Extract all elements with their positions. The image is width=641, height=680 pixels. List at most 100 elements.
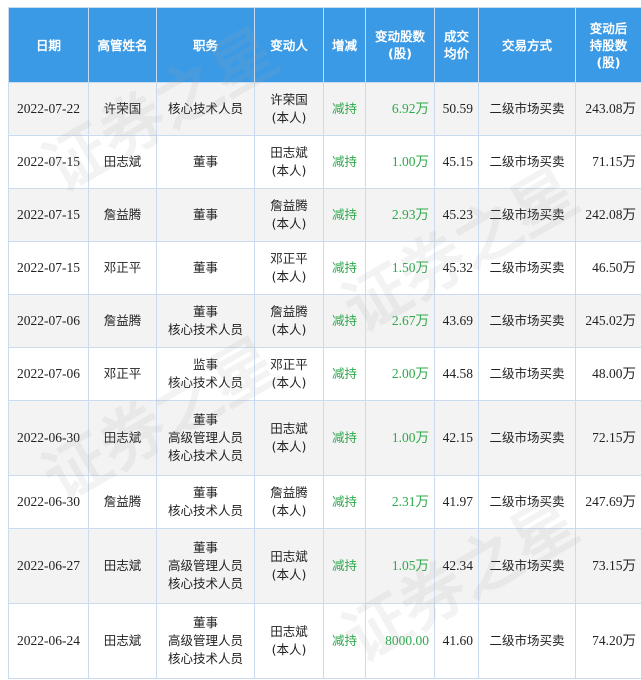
insider-trading-table: 日期 高管姓名 职务 变动人 增减 变动股数 (股) 成交 均价 交易方式 变动后持… [8,7,641,679]
cell-name: 田志斌 [88,603,157,679]
cell-date: 2022-07-06 [8,294,89,348]
cell-date: 2022-06-30 [8,400,89,476]
cell-position: 核心技术人员 [156,82,255,136]
cell-after: 73.15万 [575,528,641,604]
cell-name: 田志斌 [88,135,157,189]
cell-method: 二级市场买卖 [478,528,576,604]
cell-shares: 1.05万 [365,528,435,604]
cell-after: 48.00万 [575,347,641,401]
cell-after: 245.02万 [575,294,641,348]
cell-price: 42.15 [434,400,479,476]
header-changer: 变动人 [254,7,324,83]
cell-date: 2022-06-27 [8,528,89,604]
cell-shares: 2.31万 [365,475,435,529]
cell-price: 43.69 [434,294,479,348]
cell-position: 董事 核心技术人员 [156,475,255,529]
header-name: 高管姓名 [88,7,157,83]
cell-changer: 田志斌 (本人) [254,528,324,604]
cell-position: 董事 高级管理人员 核心技术人员 [156,528,255,604]
cell-changer: 田志斌 (本人) [254,603,324,679]
table-row: 2022-07-06 邓正平 监事 核心技术人员 邓正平 (本人) 减持 2.00万 44.58… [8,347,641,401]
cell-direction: 减持 [323,82,366,136]
cell-direction: 减持 [323,294,366,348]
cell-shares: 1.00万 [365,400,435,476]
cell-position: 董事 高级管理人员 核心技术人员 [156,603,255,679]
cell-position: 董事 [156,188,255,242]
cell-name: 詹益腾 [88,188,157,242]
cell-direction: 减持 [323,241,366,295]
table-header-row: 日期 高管姓名 职务 变动人 增减 变动股数 (股) 成交 均价 交易方式 变动后持… [8,7,641,83]
cell-name: 詹益腾 [88,475,157,529]
cell-price: 50.59 [434,82,479,136]
cell-price: 42.34 [434,528,479,604]
cell-name: 邓正平 [88,241,157,295]
cell-method: 二级市场买卖 [478,241,576,295]
header-direction: 增减 [323,7,366,83]
cell-price: 45.23 [434,188,479,242]
cell-name: 詹益腾 [88,294,157,348]
cell-position: 董事 高级管理人员 核心技术人员 [156,400,255,476]
cell-after: 46.50万 [575,241,641,295]
cell-changer: 邓正平 (本人) [254,241,324,295]
cell-after: 242.08万 [575,188,641,242]
cell-date: 2022-07-15 [8,241,89,295]
cell-after: 72.15万 [575,400,641,476]
cell-direction: 减持 [323,528,366,604]
cell-changer: 许荣国 (本人) [254,82,324,136]
cell-date: 2022-07-22 [8,82,89,136]
cell-method: 二级市场买卖 [478,603,576,679]
cell-changer: 田志斌 (本人) [254,135,324,189]
cell-method: 二级市场买卖 [478,188,576,242]
table-row: 2022-06-30 詹益腾 董事 核心技术人员 詹益腾 (本人) 减持 2.31万 41.97… [8,475,641,529]
cell-changer: 邓正平 (本人) [254,347,324,401]
cell-direction: 减持 [323,603,366,679]
cell-direction: 减持 [323,347,366,401]
cell-after: 247.69万 [575,475,641,529]
table-row: 2022-07-15 邓正平 董事 邓正平 (本人) 减持 1.50万 45.32 二级市场买卖… [8,241,641,295]
cell-changer: 詹益腾 (本人) [254,294,324,348]
cell-name: 邓正平 [88,347,157,401]
cell-name: 田志斌 [88,400,157,476]
cell-shares: 2.93万 [365,188,435,242]
cell-date: 2022-06-30 [8,475,89,529]
cell-price: 45.15 [434,135,479,189]
cell-method: 二级市场买卖 [478,475,576,529]
cell-changer: 詹益腾 (本人) [254,188,324,242]
cell-method: 二级市场买卖 [478,135,576,189]
cell-position: 监事 核心技术人员 [156,347,255,401]
header-method: 交易方式 [478,7,576,83]
cell-method: 二级市场买卖 [478,82,576,136]
cell-date: 2022-07-06 [8,347,89,401]
header-shares: 变动股数 (股) [365,7,435,83]
cell-direction: 减持 [323,475,366,529]
cell-direction: 减持 [323,400,366,476]
cell-position: 董事 [156,241,255,295]
header-date: 日期 [8,7,89,83]
cell-name: 许荣国 [88,82,157,136]
table-row: 2022-07-22 许荣国 核心技术人员 许荣国 (本人) 减持 6.92万 50.59 二级… [8,82,641,136]
cell-after: 243.08万 [575,82,641,136]
cell-shares: 6.92万 [365,82,435,136]
cell-shares: 2.00万 [365,347,435,401]
table-row: 2022-06-24 田志斌 董事 高级管理人员 核心技术人员 田志斌 (本人) 减持 8000… [8,603,641,679]
cell-direction: 减持 [323,188,366,242]
cell-shares: 2.67万 [365,294,435,348]
cell-direction: 减持 [323,135,366,189]
cell-date: 2022-06-24 [8,603,89,679]
header-price: 成交 均价 [434,7,479,83]
cell-price: 45.32 [434,241,479,295]
cell-changer: 詹益腾 (本人) [254,475,324,529]
table-row: 2022-07-06 詹益腾 董事 核心技术人员 詹益腾 (本人) 减持 2.67万 43.69… [8,294,641,348]
cell-shares: 1.50万 [365,241,435,295]
table-row: 2022-07-15 詹益腾 董事 詹益腾 (本人) 减持 2.93万 45.23 二级市场买卖… [8,188,641,242]
table-row: 2022-07-15 田志斌 董事 田志斌 (本人) 减持 1.00万 45.15 二级市场买卖… [8,135,641,189]
cell-shares: 8000.00 [365,603,435,679]
cell-shares: 1.00万 [365,135,435,189]
cell-position: 董事 [156,135,255,189]
cell-price: 44.58 [434,347,479,401]
cell-changer: 田志斌 (本人) [254,400,324,476]
table-row: 2022-06-27 田志斌 董事 高级管理人员 核心技术人员 田志斌 (本人) 减持 1.05… [8,528,641,604]
cell-method: 二级市场买卖 [478,347,576,401]
cell-date: 2022-07-15 [8,135,89,189]
cell-method: 二级市场买卖 [478,400,576,476]
